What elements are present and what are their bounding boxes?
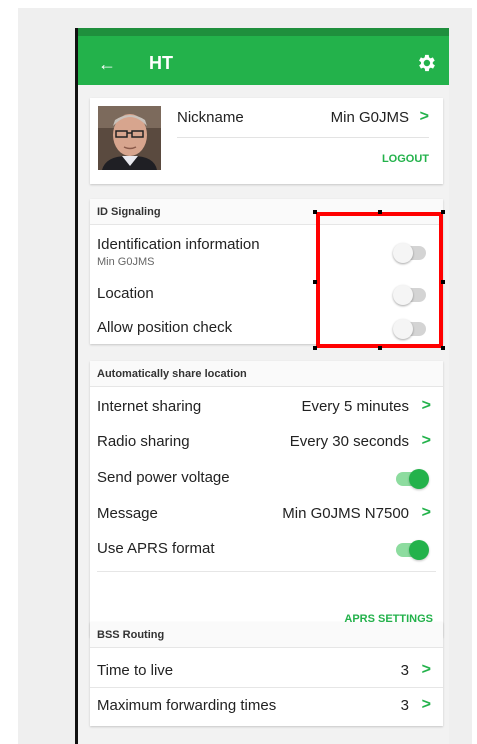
profile-card: Nickname Min G0JMS > LOGOUT xyxy=(90,98,443,184)
use-aprs-format-toggle[interactable] xyxy=(396,540,429,560)
divider xyxy=(97,571,436,572)
share-location-card: Automatically share location Internet sh… xyxy=(90,361,443,637)
chevron-right-icon[interactable]: > xyxy=(422,504,431,522)
page-title: HT xyxy=(149,53,173,73)
divider xyxy=(90,687,443,688)
resize-handle[interactable] xyxy=(441,280,445,284)
resize-handle[interactable] xyxy=(313,280,317,284)
chevron-right-icon[interactable]: > xyxy=(422,397,431,415)
radio-sharing-value[interactable]: Every 30 seconds xyxy=(290,433,409,450)
avatar[interactable] xyxy=(98,106,161,170)
internet-sharing-value[interactable]: Every 5 minutes xyxy=(301,398,409,415)
chevron-right-icon[interactable]: > xyxy=(422,696,431,714)
identification-info-sublabel: Min G0JMS xyxy=(97,256,155,268)
resize-handle[interactable] xyxy=(378,346,382,350)
resize-handle[interactable] xyxy=(441,346,445,350)
nickname-label: Nickname xyxy=(177,109,244,126)
gear-icon[interactable] xyxy=(415,52,437,74)
location-label: Location xyxy=(97,285,154,302)
maximum-forwarding-times-label: Maximum forwarding times xyxy=(97,697,277,714)
arrow-left-icon[interactable]: ← xyxy=(98,54,116,74)
maximum-forwarding-times-value[interactable]: 3 xyxy=(401,697,409,714)
internet-sharing-label: Internet sharing xyxy=(97,398,202,415)
chevron-right-icon[interactable]: > xyxy=(422,432,431,450)
resize-handle[interactable] xyxy=(313,210,317,214)
phone-screen: ← HT Nickname Min G0JMS > LOGOUT ID Sign… xyxy=(75,28,449,744)
send-power-voltage-label: Send power voltage xyxy=(97,469,230,486)
chevron-right-icon[interactable]: > xyxy=(420,108,429,126)
chevron-right-icon[interactable]: > xyxy=(422,661,431,679)
app-bar: ← HT xyxy=(78,28,449,85)
divider xyxy=(177,137,429,138)
identification-info-label: Identification information xyxy=(97,236,260,253)
section-title: Automatically share location xyxy=(90,361,443,387)
resize-handle[interactable] xyxy=(378,210,382,214)
bss-routing-card: BSS Routing Time to live 3 > Maximum for… xyxy=(90,622,443,726)
use-aprs-format-label: Use APRS format xyxy=(97,540,215,557)
logout-button[interactable]: LOGOUT xyxy=(382,153,429,165)
nickname-value[interactable]: Min G0JMS xyxy=(331,109,409,126)
time-to-live-label: Time to live xyxy=(97,662,174,679)
toggle-knob xyxy=(409,469,429,489)
allow-position-check-label: Allow position check xyxy=(97,319,233,336)
toggle-knob xyxy=(409,540,429,560)
resize-handle[interactable] xyxy=(441,210,445,214)
highlight-rectangle xyxy=(316,212,443,348)
message-label: Message xyxy=(97,505,158,522)
time-to-live-value[interactable]: 3 xyxy=(401,662,409,679)
resize-handle[interactable] xyxy=(313,346,317,350)
radio-sharing-label: Radio sharing xyxy=(97,433,190,450)
section-title: BSS Routing xyxy=(90,622,443,648)
send-power-voltage-toggle[interactable] xyxy=(396,469,429,489)
message-value[interactable]: Min G0JMS N7500 xyxy=(282,505,409,522)
